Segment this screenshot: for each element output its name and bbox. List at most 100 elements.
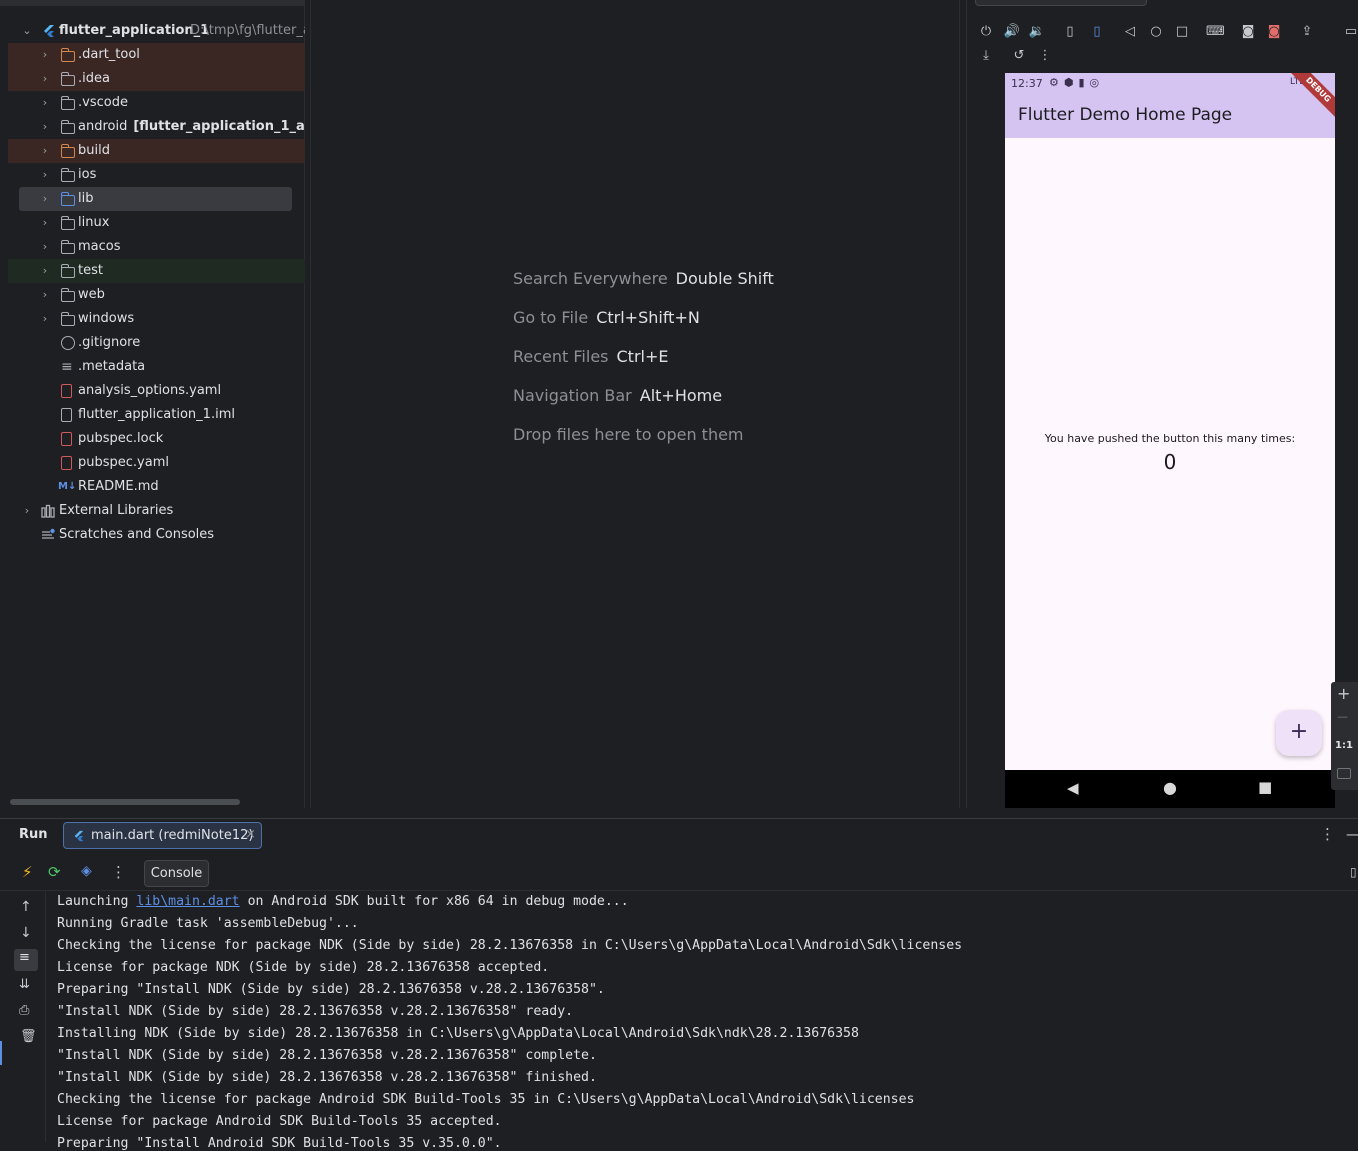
soft-wrap-toggle[interactable]: ≡ [14,949,38,971]
run-title: Run [19,827,48,842]
flutter-icon [44,25,54,37]
clear-all-icon[interactable]: 🗑 [20,1029,37,1044]
chevron-right-icon[interactable]: › [39,211,51,235]
device-screen[interactable]: 12:37 ⚙⬢▮◎ LTE Flutter Demo Home Page DE… [1005,73,1335,808]
minimize-icon[interactable]: — [1346,825,1358,843]
app-bar: Flutter Demo Home Page [1005,95,1335,138]
fit-screen-icon[interactable] [1337,768,1351,779]
tree-item[interactable]: pubspec.yaml [8,451,305,475]
back-icon[interactable]: ◁ [1121,23,1139,41]
overview-icon[interactable]: □ [1173,23,1191,41]
console-tab[interactable]: Console [144,860,209,887]
yaml-file-icon [61,432,72,446]
chevron-right-icon[interactable]: › [21,499,33,523]
tree-item[interactable]: pubspec.lock [8,427,305,451]
tree-item-label: macos [78,239,121,254]
more-options-icon[interactable]: ⋮ [1036,47,1054,65]
zoom-ratio-button[interactable]: 1:1 [1335,740,1353,751]
chevron-right-icon[interactable]: › [39,283,51,307]
hot-reload-icon[interactable]: ⚡ [22,863,33,881]
rotate-right-icon[interactable]: ▯ [1088,23,1106,41]
volume-down-icon[interactable]: 🔉 [1028,23,1046,41]
scroll-down-icon[interactable]: ↓ [20,925,32,941]
tree-item[interactable]: › .dart_tool [8,43,305,67]
hot-restart-icon[interactable]: ⟳ [48,863,61,881]
home-icon[interactable]: ○ [1147,23,1165,41]
power-icon[interactable]: ⏻ [977,23,995,41]
nav-recents-icon[interactable]: ■ [1258,778,1272,796]
console-line: License for package Android SDK Build-To… [57,1114,502,1129]
tree-item[interactable]: flutter_application_1.iml [8,403,305,427]
console-line: Preparing "Install NDK (Side by side) 28… [57,982,605,997]
print-icon[interactable]: ⎙ [19,1003,29,1018]
folder-icon [61,264,75,278]
horizontal-scrollbar[interactable] [10,799,240,805]
file-link[interactable]: lib\main.dart [136,894,239,909]
tree-item[interactable]: › linux [8,211,305,235]
zoom-in-button[interactable]: + [1337,684,1350,703]
scroll-to-end-icon[interactable]: ⇊ [19,977,30,992]
screen-record-icon[interactable]: ◙ [1265,23,1283,41]
scroll-up-icon[interactable]: ↑ [20,899,32,915]
tree-item[interactable]: › windows [8,307,305,331]
tree-item-label: build [78,143,110,158]
tree-item[interactable]: M↓ README.md [8,475,305,499]
tree-item[interactable]: › .idea [8,67,305,91]
history-icon[interactable]: ↺ [1010,47,1028,65]
console-text: Preparing "Install Android SDK Build-Too… [57,1136,502,1151]
tree-item[interactable]: analysis_options.yaml [8,379,305,403]
mirror-icon[interactable]: ▭ [1342,23,1358,41]
chevron-right-icon[interactable]: › [39,187,51,211]
upload-icon[interactable]: ⇪ [1298,23,1316,41]
tree-external-libraries[interactable]: › External Libraries [8,499,305,523]
tree-item-label: README.md [78,479,159,494]
tree-item[interactable]: › lib [19,187,292,211]
tree-scratches[interactable]: Scratches and Consoles [8,523,305,547]
tree-item[interactable]: › web [8,283,305,307]
tree-item-label: .metadata [78,359,146,374]
chevron-right-icon[interactable]: › [39,235,51,259]
chevron-right-icon[interactable]: › [39,259,51,283]
chevron-right-icon[interactable]: › [39,43,51,67]
folder-icon [61,120,75,134]
chevron-right-icon[interactable]: › [39,307,51,331]
console-line: Checking the license for package Android… [57,1092,914,1107]
chevron-down-icon[interactable]: ⌄ [21,19,33,43]
chevron-right-icon[interactable]: › [39,115,51,139]
tree-item[interactable]: › test [8,259,305,283]
tree-item[interactable]: › build [8,139,305,163]
tree-item[interactable]: .gitignore [8,331,305,355]
chevron-right-icon[interactable]: › [39,91,51,115]
tree-root[interactable]: ⌄ flutter_application_1 D:\tmp\fg\flutte… [8,19,305,43]
download-icon[interactable]: ⤓ [977,47,995,65]
hint-action: Navigation Bar [513,386,632,405]
chevron-right-icon[interactable]: › [39,67,51,91]
close-tab-icon[interactable]: × [245,827,256,842]
tree-item[interactable]: › ios [8,163,305,187]
nav-home-icon[interactable]: ● [1163,778,1177,797]
more-options-icon[interactable]: ⋮ [1320,825,1335,843]
console-line: "Install NDK (Side by side) 28.2.1367635… [57,1048,597,1063]
tree-item-label: .gitignore [78,335,141,350]
keyboard-icon[interactable]: ⌨ [1206,23,1225,41]
increment-fab[interactable]: + [1276,710,1322,756]
tree-item[interactable]: › .vscode [8,91,305,115]
tree-item[interactable]: ≡ .metadata [8,355,305,379]
more-actions-icon[interactable]: ⋮ [111,863,126,881]
nav-back-icon[interactable]: ◀ [1067,779,1079,797]
tree-item[interactable]: › macos [8,235,305,259]
screenshot-icon[interactable]: ◙ [1239,23,1257,41]
chevron-right-icon[interactable]: › [39,139,51,163]
volume-up-icon[interactable]: 🔊 [1003,23,1021,41]
chevron-right-icon[interactable]: › [39,163,51,187]
tree-item-label: ios [78,167,97,182]
folder-icon [61,192,75,206]
run-tab-main-dart[interactable]: main.dart (redmiNote12) × [63,822,262,849]
layout-icon[interactable]: ▯ [1350,865,1357,879]
device-selector[interactable] [975,0,1147,6]
zoom-out-button[interactable]: — [1337,710,1348,723]
devtools-icon[interactable]: ◈ [81,863,92,879]
tree-item[interactable]: › android[flutter_application_1_androi [8,115,305,139]
hint-key: Ctrl+E [616,347,669,366]
rotate-left-icon[interactable]: ▯ [1061,23,1079,41]
